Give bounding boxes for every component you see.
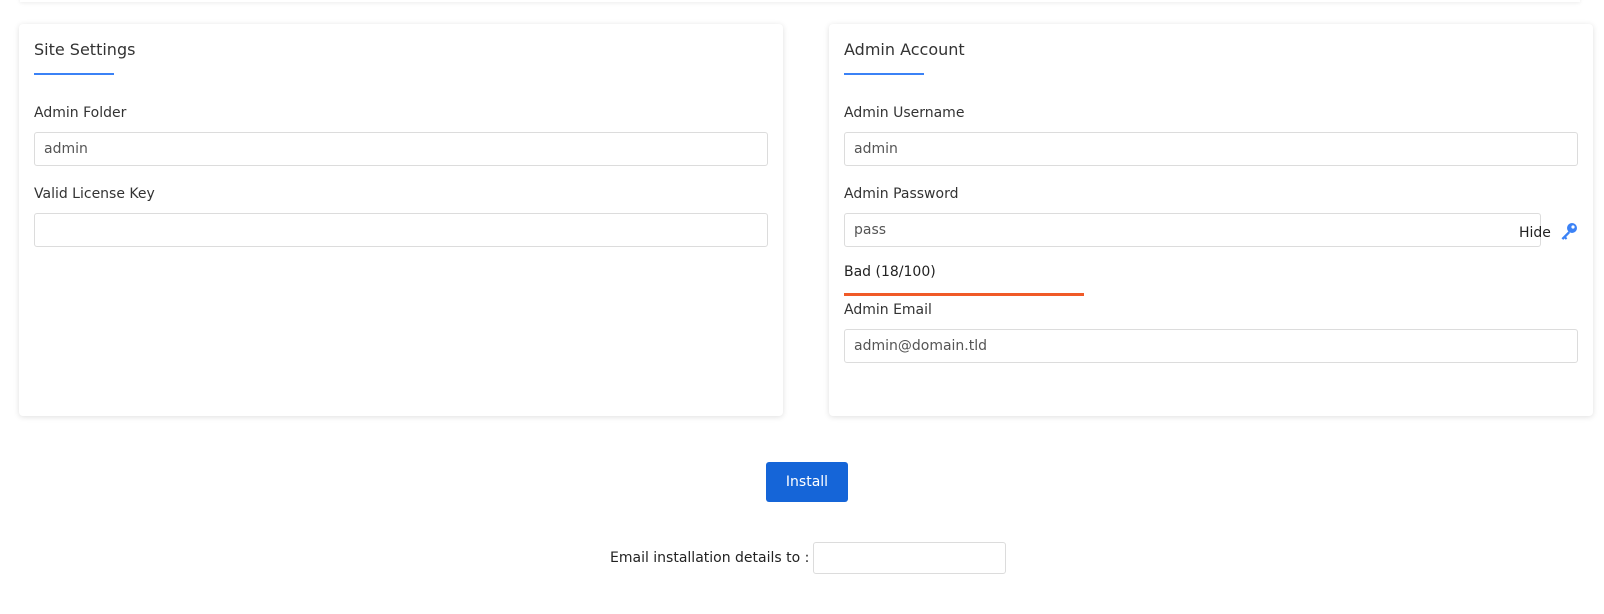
admin-password-input[interactable] bbox=[844, 213, 1541, 247]
email-details-input[interactable] bbox=[813, 542, 1007, 574]
email-details-label: Email installation details to : bbox=[610, 550, 810, 566]
email-details-row: Email installation details to : bbox=[610, 542, 1007, 574]
admin-email-input[interactable] bbox=[844, 329, 1578, 363]
admin-username-input[interactable] bbox=[844, 132, 1578, 166]
license-key-label: Valid License Key bbox=[34, 186, 155, 202]
admin-folder-input[interactable] bbox=[34, 132, 768, 166]
admin-username-label: Admin Username bbox=[844, 105, 965, 121]
password-strength-bar bbox=[844, 293, 1578, 296]
site-settings-panel: Site Settings Admin Folder Valid License… bbox=[19, 24, 783, 416]
site-settings-title-underline bbox=[34, 73, 114, 75]
hide-password-label[interactable]: Hide bbox=[1519, 225, 1551, 241]
password-visibility-toggle[interactable]: Hide bbox=[1519, 221, 1579, 245]
admin-account-panel: Admin Account Admin Username Admin Passw… bbox=[829, 24, 1593, 416]
password-strength-text: Bad (18/100) bbox=[844, 264, 936, 280]
site-settings-title: Site Settings bbox=[34, 40, 136, 59]
admin-password-label: Admin Password bbox=[844, 186, 959, 202]
admin-account-title: Admin Account bbox=[844, 40, 965, 59]
admin-email-label: Admin Email bbox=[844, 302, 932, 318]
admin-folder-label: Admin Folder bbox=[34, 105, 127, 121]
top-panel-edge bbox=[20, 0, 1580, 2]
password-strength-fill bbox=[844, 293, 1085, 296]
key-icon[interactable] bbox=[1559, 221, 1579, 245]
license-key-input[interactable] bbox=[34, 213, 768, 247]
admin-account-title-underline bbox=[844, 73, 924, 75]
install-button[interactable]: Install bbox=[766, 462, 848, 502]
